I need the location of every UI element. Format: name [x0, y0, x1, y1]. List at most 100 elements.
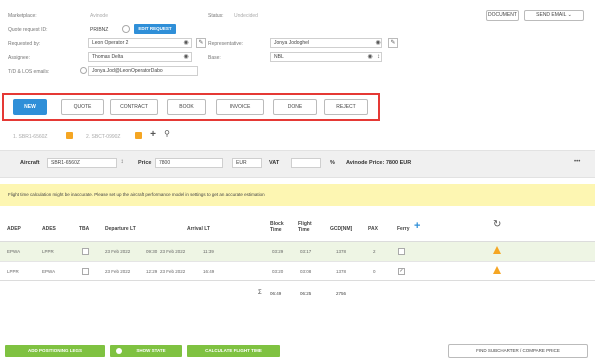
state-quote-button[interactable]: QUOTE [61, 99, 104, 115]
warning-icon [66, 132, 73, 139]
edit-request-button[interactable]: EDIT REQUEST [134, 24, 176, 34]
row2-dep-time: 12:29 [146, 269, 158, 274]
requested-by-label: Requested by: [8, 41, 41, 47]
col-ferry: Ferry [397, 226, 410, 232]
quote-request-id-label: Quote request ID: [8, 27, 48, 33]
row1-ades: LPPR [42, 249, 54, 254]
gear-icon [116, 348, 122, 354]
row2-flight: 03:08 [300, 269, 312, 274]
row2-arr-date: 23 Feb 2022 [160, 269, 186, 274]
more-options-icon[interactable]: ••• [574, 159, 580, 165]
row2-gcd: 1378 [336, 269, 347, 274]
requested-by-field[interactable]: Leon Operator 2 [88, 38, 192, 48]
row2-arr-time: 16:49 [203, 269, 215, 274]
row2-block: 03:20 [272, 269, 284, 274]
tdl-emails-label: T/D & LOS emails: [8, 69, 50, 75]
warning-icon [493, 266, 501, 274]
send-email-button[interactable]: SEND EMAIL ⌄ [524, 10, 584, 21]
col-pax: PAX [368, 226, 378, 232]
avinode-price: Avinode Price: 7800 EUR [346, 160, 412, 166]
col-flight-time: Flight Time [298, 221, 312, 233]
row1-flight: 03:17 [300, 249, 312, 254]
state-done-button[interactable]: DONE [273, 99, 317, 115]
row1-pax: 2 [373, 249, 376, 254]
tab-aircraft-2[interactable]: 2. SBCT-0990Z [86, 134, 120, 140]
row2-ferry-checkbox[interactable]: ✓ [398, 268, 405, 275]
assignee-field[interactable]: Thomas Delta [88, 52, 192, 62]
vat-field[interactable] [291, 158, 321, 168]
total-flight: 06:25 [300, 291, 312, 296]
status-value: Undecided [234, 13, 258, 19]
aircraft-label: Aircraft [20, 160, 40, 166]
aircraft-select[interactable]: SBR1-6560Z [47, 158, 117, 168]
state-book-button[interactable]: BOOK [167, 99, 206, 115]
marketplace-value: Avinode [90, 13, 108, 19]
state-contract-button[interactable]: CONTRACT [110, 99, 158, 115]
col-block-time: Block Time [270, 221, 284, 233]
row2-pax: 0 [373, 269, 376, 274]
vat-percent: % [330, 160, 335, 166]
row1-arr-date: 23 Feb 2022 [160, 249, 186, 254]
vat-label: VAT [269, 160, 280, 166]
show-state-button[interactable]: SHOW STATE [110, 345, 182, 357]
state-invoice-button[interactable]: INVOICE [216, 99, 264, 115]
representative-label: Representative: [208, 41, 244, 47]
warning-text: Flight time calculation might be inaccur… [8, 192, 265, 197]
edit-icon[interactable]: ✎ [388, 38, 398, 48]
row1-gcd: 1378 [336, 249, 347, 254]
state-new-button[interactable]: NEW [13, 99, 47, 115]
price-label: Price [138, 160, 152, 166]
quote-request-id-value: PRIBNZ [90, 27, 109, 33]
person-icon[interactable]: ◉ [182, 53, 190, 61]
add-positioning-legs-button[interactable]: ADD POSITIONING LEGS [5, 345, 105, 357]
assignee-label: Assignee: [8, 55, 30, 61]
row1-adep: EPWA [7, 249, 21, 254]
row1-dep-date: 23 Feb 2022 [105, 249, 131, 254]
status-label: Status: [208, 13, 224, 19]
state-reject-button[interactable]: REJECT [324, 99, 368, 115]
search-icon[interactable]: ⚲ [162, 130, 172, 138]
currency-select[interactable]: EUR [232, 158, 262, 168]
info-icon [80, 67, 87, 74]
total-block: 06:49 [270, 291, 282, 296]
refresh-icon[interactable] [122, 25, 130, 33]
person-icon[interactable]: ◉ [182, 39, 190, 47]
recalculate-icon[interactable]: ↻ [493, 219, 501, 231]
tdl-emails-field[interactable]: Jonya.Jod@LeonOperatorDabo [88, 66, 198, 76]
representative-field[interactable]: Jonya Jodoghel [270, 38, 382, 48]
document-button[interactable]: DOCUMENT [486, 10, 519, 21]
add-tab-icon[interactable]: + [148, 129, 158, 141]
target-icon: ◉ [367, 54, 373, 60]
col-tba: TBA [79, 226, 90, 232]
person-icon[interactable]: ◉ [374, 39, 382, 47]
row2-tba-checkbox[interactable] [82, 268, 89, 275]
table-row[interactable] [0, 261, 595, 281]
find-subcharter-button[interactable]: FIND SUBCHARTER / COMPARE PRICE [448, 344, 588, 358]
chevron-updown-icon[interactable]: ↕ [375, 53, 382, 61]
col-adep: ADEP [7, 226, 21, 232]
table-row[interactable] [0, 241, 595, 261]
col-gcd: GCD[NM] [330, 226, 353, 232]
row2-adep: LPPR [7, 269, 19, 274]
sum-icon: Σ [258, 290, 262, 296]
row1-arr-time: 11:39 [203, 249, 214, 254]
tab-aircraft-1[interactable]: 1. SBR1-6560Z [13, 134, 47, 140]
edit-icon[interactable]: ✎ [196, 38, 206, 48]
calculate-flight-time-button[interactable]: CALCULATE FLIGHT TIME [187, 345, 280, 357]
row2-ades: EPWA [42, 269, 56, 274]
row1-tba-checkbox[interactable] [82, 248, 89, 255]
col-arrival: Arrival LT [187, 226, 210, 232]
price-field[interactable]: 7800 [155, 158, 223, 168]
marketplace-label: Marketplace: [8, 13, 37, 19]
row2-dep-date: 23 Feb 2022 [105, 269, 131, 274]
total-gcd: 2756 [336, 291, 347, 296]
warning-icon [135, 132, 142, 139]
show-state-label: SHOW STATE [136, 348, 166, 353]
row1-block: 03:29 [272, 249, 284, 254]
chevron-updown-icon[interactable]: ↕ [118, 158, 126, 166]
row1-dep-time: 09:30 [146, 249, 158, 254]
add-leg-icon[interactable]: + [414, 220, 420, 232]
base-label: Base: [208, 55, 221, 61]
warning-icon [493, 246, 501, 254]
row1-ferry-checkbox[interactable] [398, 248, 405, 255]
